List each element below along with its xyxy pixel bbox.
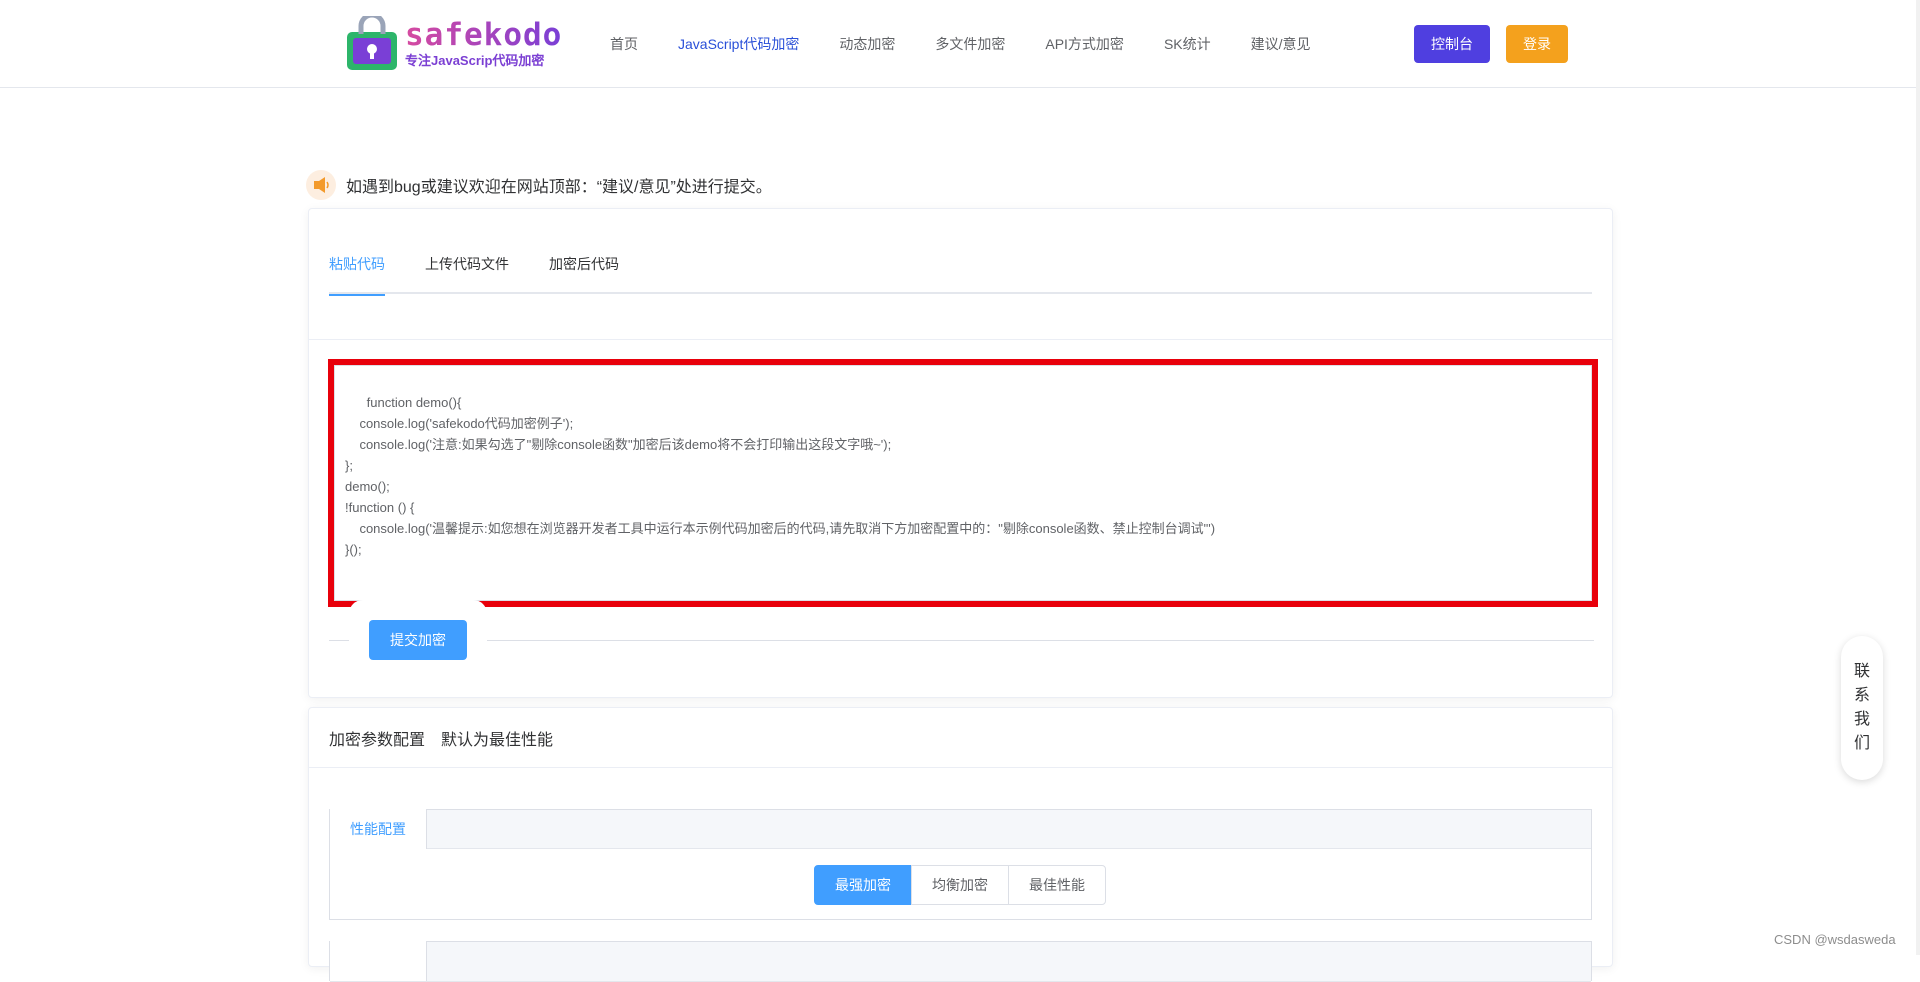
login-button[interactable]: 登录 <box>1506 25 1568 63</box>
contact-us-button[interactable]: 联 系 我 们 <box>1841 636 1883 780</box>
nav-sk-stats[interactable]: SK统计 <box>1164 34 1211 54</box>
code-text: function demo(){ console.log('safekodo代码… <box>345 395 1216 557</box>
config-header: 加密参数配置 默认为最佳性能 <box>309 708 1612 768</box>
submit-encrypt-button[interactable]: 提交加密 <box>369 620 467 660</box>
logo-subtitle: 专注JavaScrip代码加密 <box>405 53 545 68</box>
config-title: 加密参数配置 <box>329 731 426 749</box>
nav-api-encrypt[interactable]: API方式加密 <box>1045 34 1124 54</box>
nav-home[interactable]: 首页 <box>610 34 638 54</box>
site-logo[interactable]: safekodo 专注JavaScrip代码加密 <box>345 12 565 74</box>
contact-char: 联 <box>1853 663 1870 680</box>
logo-lock-icon <box>345 12 399 72</box>
notice-text: 如遇到bug或建议欢迎在网站顶部：“建议/意见”处进行提交。 <box>346 179 772 196</box>
nav-dynamic-encrypt[interactable]: 动态加密 <box>839 34 895 54</box>
watermark: CSDN @wsdasweda <box>1774 932 1896 947</box>
notice-bar: 如遇到bug或建议欢迎在网站顶部：“建议/意见”处进行提交。 <box>306 170 772 200</box>
submit-row: 提交加密 <box>329 620 1594 660</box>
nav-multi-file-encrypt[interactable]: 多文件加密 <box>935 34 1005 54</box>
code-input[interactable]: function demo(){ console.log('safekodo代码… <box>334 365 1592 601</box>
code-editor-card: 粘贴代码 上传代码文件 加密后代码 function demo(){ conso… <box>308 208 1613 698</box>
tab-paste-code[interactable]: 粘贴代码 <box>329 249 385 296</box>
nav-feedback[interactable]: 建议/意见 <box>1251 34 1311 54</box>
config-subtitle: 默认为最佳性能 <box>441 731 554 749</box>
encrypt-config-card: 加密参数配置 默认为最佳性能 性能配置 最强加密 均衡加密 最佳性能 <box>308 707 1613 982</box>
nav-js-encrypt[interactable]: JavaScript代码加密 <box>678 34 799 54</box>
option-balanced[interactable]: 均衡加密 <box>911 865 1009 905</box>
tab-upload-file[interactable]: 上传代码文件 <box>425 249 509 294</box>
logo-title: safekodo <box>405 17 563 53</box>
code-highlight-frame: function demo(){ console.log('safekodo代码… <box>328 359 1598 607</box>
contact-char: 们 <box>1853 735 1870 752</box>
option-strongest[interactable]: 最强加密 <box>814 865 912 905</box>
tab-encrypted-code[interactable]: 加密后代码 <box>549 249 619 294</box>
page-scrollbar[interactable] <box>1916 0 1920 955</box>
main-nav: 首页 JavaScript代码加密 动态加密 多文件加密 API方式加密 SK统… <box>610 0 1351 88</box>
divider <box>329 640 1594 641</box>
editor-tabs: 粘贴代码 上传代码文件 加密后代码 <box>329 249 1592 296</box>
contact-char: 我 <box>1853 711 1870 728</box>
top-header: safekodo 专注JavaScrip代码加密 首页 JavaScript代码… <box>0 0 1920 88</box>
speaker-icon <box>306 170 336 200</box>
resize-handle-icon[interactable] <box>1577 586 1589 598</box>
encrypt-level-selector: 最强加密 均衡加密 最佳性能 <box>814 865 1106 905</box>
contact-char: 系 <box>1853 687 1870 704</box>
console-button[interactable]: 控制台 <box>1414 25 1490 63</box>
tab-performance-config[interactable]: 性能配置 <box>330 809 427 849</box>
divider <box>309 339 1612 340</box>
config-tabbar: 性能配置 <box>330 809 1591 849</box>
config-tabbar <box>330 941 1591 982</box>
performance-config-panel: 性能配置 最强加密 均衡加密 最佳性能 <box>329 809 1592 920</box>
option-best-performance[interactable]: 最佳性能 <box>1008 865 1106 905</box>
next-config-panel <box>329 941 1592 982</box>
tab-next-config[interactable] <box>330 941 427 981</box>
